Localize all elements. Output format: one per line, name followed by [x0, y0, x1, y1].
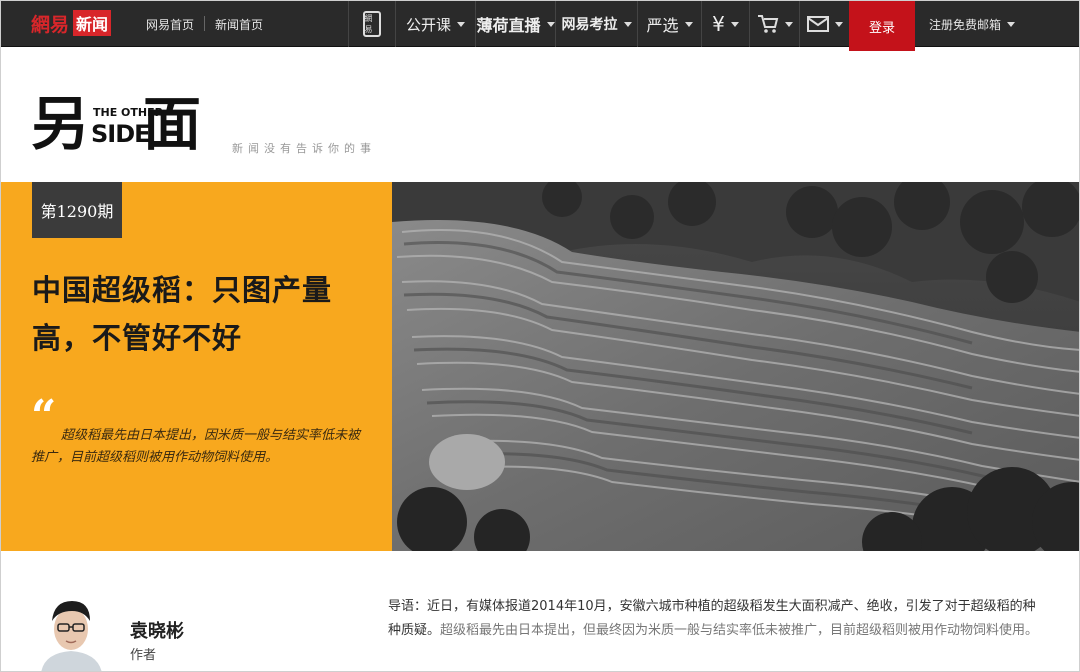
netease-news-logo[interactable]: 網易 新闻: [31, 10, 112, 36]
register-mail-link[interactable]: 注册免费邮箱: [929, 16, 1016, 33]
the-other-side-logo[interactable]: 另 THE OTHER SIDE 面: [31, 93, 206, 158]
author-name[interactable]: 袁晓彬: [130, 617, 184, 643]
page-frame: 網易 新闻 网易首页 新闻首页 網易 公开课 薄荷直播 网易考拉 严选 ¥ 登录…: [0, 0, 1080, 672]
nav-mobile-app[interactable]: 網易: [348, 1, 394, 47]
nav-open-course[interactable]: 公开课: [395, 1, 475, 47]
nav-kaola[interactable]: 网易考拉: [555, 1, 637, 47]
article-headline: 中国超级稻：只图产量 高，不管好不好: [32, 266, 372, 362]
top-nav-bar: 網易 新闻 网易首页 新闻首页 網易 公开课 薄荷直播 网易考拉 严选 ¥ 登录…: [1, 1, 1079, 51]
author-photo: [36, 591, 106, 671]
yen-icon: ¥: [712, 12, 725, 36]
netease-home-link[interactable]: 网易首页: [146, 16, 194, 33]
phone-icon-label: 網易: [364, 14, 373, 34]
login-button[interactable]: 登录: [849, 1, 915, 51]
nav-yanxuan[interactable]: 严选: [637, 1, 701, 47]
chevron-down-icon: [684, 21, 693, 27]
author-role: 作者: [130, 648, 157, 663]
nav-cart[interactable]: [749, 1, 799, 47]
chevron-down-icon: [546, 21, 555, 27]
issue-badge: 第1290期: [32, 182, 122, 238]
nav-kaola-label: 网易考拉: [561, 17, 618, 33]
chevron-down-icon: [834, 21, 843, 27]
nav-payment[interactable]: ¥: [701, 1, 749, 47]
register-mail-label: 注册免费邮箱: [929, 18, 1002, 32]
chevron-down-icon: [730, 21, 739, 27]
rice-terraces-photo: [392, 182, 1079, 551]
terraces-image: [392, 182, 1079, 551]
headline-line-1: 中国超级稻：只图产量: [32, 273, 333, 307]
intro-rest: 超级稻最先由日本提出，但最终因为米质一般与结实率低未被推广，目前超级稻则被用作动…: [440, 623, 1039, 638]
nav-mail[interactable]: [799, 1, 849, 47]
chevron-down-icon: [784, 21, 793, 27]
brand-news: 新闻: [73, 10, 112, 36]
chevron-down-icon: [457, 21, 465, 27]
chevron-down-icon: [1007, 22, 1016, 27]
logo-char-2: 面: [143, 90, 202, 158]
logo-char-1: 另: [31, 90, 90, 158]
cart-icon: [757, 15, 778, 33]
headline-line-2: 高，不管好不好: [32, 321, 243, 355]
phone-icon: 網易: [362, 11, 381, 37]
news-home-link[interactable]: 新闻首页: [215, 16, 263, 33]
logo-side: SIDE: [91, 120, 151, 148]
brand-netease: 網易: [31, 13, 70, 36]
nav-open-course-label: 公开课: [405, 15, 451, 34]
author-avatar[interactable]: [36, 591, 106, 671]
nav-mint-live-label: 薄荷直播: [476, 16, 541, 35]
article-intro: 导语：近日，有媒体报道2014年10月，安徽六城市种植的超级稻发生大面积减产、绝…: [388, 595, 1043, 643]
nav-mint-live[interactable]: 薄荷直播: [475, 1, 555, 47]
mail-icon: [806, 16, 829, 32]
column-slogan: 新闻没有告诉你的事: [232, 142, 376, 155]
chevron-down-icon: [623, 21, 632, 27]
nav-yanxuan-label: 严选: [646, 16, 679, 35]
link-divider: [204, 16, 205, 31]
article-summary-quote: 超级稻最先由日本提出，因米质一般与结实率低未被推广，目前超级稻则被用作动物饲料使…: [31, 428, 361, 465]
